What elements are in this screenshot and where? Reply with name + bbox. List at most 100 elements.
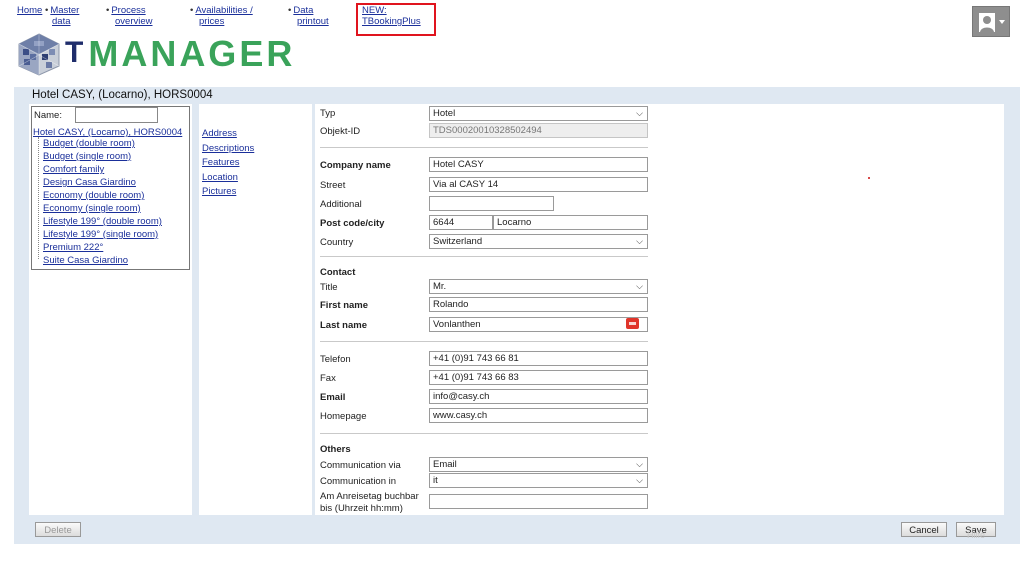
fax-label: Fax <box>320 373 336 384</box>
highlight-frame <box>356 3 436 36</box>
tree-item[interactable]: Economy (single room) <box>43 203 141 214</box>
nav-master-data-link[interactable]: Master <box>50 5 79 16</box>
chevron-down-icon: ⌵ <box>636 108 643 118</box>
section-link-descriptions[interactable]: Descriptions <box>202 143 254 154</box>
email-input[interactable]: info@casy.ch <box>429 389 648 404</box>
tree-item[interactable]: Economy (double room) <box>43 190 144 201</box>
delete-button[interactable]: Delete <box>35 522 81 537</box>
tree-name-label: Name: <box>34 110 62 121</box>
nav-process-overview-link-2[interactable]: overview <box>115 16 153 27</box>
comm-in-value: it <box>433 475 438 486</box>
nav-bullet: • <box>190 5 194 16</box>
divider <box>320 256 648 257</box>
last-name-label: Last name <box>320 320 367 331</box>
chevron-down-icon: ⌵ <box>636 475 643 485</box>
section-link-features[interactable]: Features <box>202 157 240 168</box>
user-avatar-icon <box>979 13 1005 32</box>
section-link-location[interactable]: Location <box>202 172 238 183</box>
anreise-label-line2: bis (Uhrzeit hh:mm) <box>320 503 403 514</box>
comm-via-value: Email <box>433 459 457 470</box>
street-label: Street <box>320 180 346 191</box>
logo-wordmark: TMANAGER <box>65 33 295 75</box>
comm-in-select[interactable]: it ⌵ <box>429 473 648 488</box>
nav-master-data-line1: Master <box>50 5 80 16</box>
tree-item[interactable]: Lifestyle 199° (single room) <box>43 229 158 240</box>
nav-process-group: • Process overview <box>106 5 153 27</box>
tree-root-link[interactable]: Hotel CASY, (Locarno), HORS0004 <box>33 127 182 138</box>
chevron-down-icon: ⌵ <box>636 459 643 469</box>
typ-value: Hotel <box>433 108 456 119</box>
city-input[interactable]: Locarno <box>493 215 648 230</box>
help-watermark: Hilfe <box>967 530 986 540</box>
nav-data-printout-link[interactable]: Data <box>293 5 313 16</box>
logo-t: T <box>65 36 87 69</box>
tree-item[interactable]: Design Casa Giardino <box>43 177 136 188</box>
divider <box>320 341 648 342</box>
user-menu-button[interactable] <box>972 6 1010 37</box>
additional-label: Additional <box>320 199 362 210</box>
chevron-down-icon: ⌵ <box>636 281 643 291</box>
anreise-label-line1: Am Anreisetag buchbar <box>320 491 419 502</box>
logo-cube-icon <box>18 33 60 76</box>
nav-home-group: Home • Master data <box>17 5 79 27</box>
additional-input[interactable] <box>429 196 554 211</box>
nav-availabilities-link-2[interactable]: prices <box>199 16 224 27</box>
tree-item[interactable]: Suite Casa Giardino <box>43 255 128 266</box>
telefon-input[interactable]: +41 (0)91 743 66 81 <box>429 351 648 366</box>
title-value: Mr. <box>433 281 447 292</box>
page-title: Hotel CASY, (Locarno), HORS0004 <box>32 89 213 101</box>
form-panel <box>315 104 1004 515</box>
tree-item[interactable]: Lifestyle 199° (double room) <box>43 216 162 227</box>
first-name-input[interactable]: Rolando <box>429 297 648 312</box>
decorative-dot <box>868 177 870 179</box>
first-name-label: First name <box>320 300 369 311</box>
vcard-icon[interactable] <box>626 318 639 329</box>
nav-home-link[interactable]: Home <box>17 5 42 16</box>
typ-label: Typ <box>320 108 336 119</box>
country-label: Country <box>320 237 354 248</box>
comm-via-select[interactable]: Email ⌵ <box>429 457 648 472</box>
tree-item[interactable]: Comfort family <box>43 164 104 175</box>
anreise-time-input[interactable] <box>429 494 648 509</box>
nav-printout-group: • Data printout <box>288 5 329 27</box>
cancel-button[interactable]: Cancel <box>901 522 947 537</box>
street-input[interactable]: Via al CASY 14 <box>429 177 648 192</box>
others-section-title: Others <box>320 444 351 455</box>
chevron-down-icon: ⌵ <box>636 236 643 246</box>
objekt-id-field: TDS00020010328502494 <box>429 123 648 138</box>
contact-section-title: Contact <box>320 267 356 278</box>
homepage-input[interactable]: www.casy.ch <box>429 408 648 423</box>
title-select[interactable]: Mr. ⌵ <box>429 279 648 294</box>
divider <box>320 433 648 434</box>
telefon-label: Telefon <box>320 354 351 365</box>
title-label: Title <box>320 282 338 293</box>
section-link-pictures[interactable]: Pictures <box>202 186 236 197</box>
tree-item[interactable]: Premium 222° <box>43 242 103 253</box>
nav-bullet: • <box>288 5 292 16</box>
comm-via-label: Communication via <box>320 460 401 471</box>
country-value: Switzerland <box>433 236 483 247</box>
nav-data-printout-link-2[interactable]: printout <box>297 16 329 27</box>
fax-input[interactable]: +41 (0)91 743 66 83 <box>429 370 648 385</box>
postcode-city-label: Post code/city <box>320 218 385 229</box>
email-label: Email <box>320 392 346 403</box>
company-name-input[interactable]: Hotel CASY <box>429 157 648 172</box>
nav-master-data-link-2[interactable]: data <box>52 16 71 27</box>
tree-item[interactable]: Budget (single room) <box>43 151 131 162</box>
nav-availabilities-group: • Availabilities / prices <box>190 5 253 27</box>
tree-name-filter-input[interactable] <box>75 107 158 123</box>
postcode-input[interactable]: 6644 <box>429 215 493 230</box>
nav-bullet: • <box>44 5 49 16</box>
last-name-input[interactable]: Vonlanthen <box>429 317 648 332</box>
tree-item[interactable]: Budget (double room) <box>43 138 135 149</box>
section-link-address[interactable]: Address <box>202 128 237 139</box>
nav-bullet: • <box>106 5 110 16</box>
logo-manager: MANAGER <box>88 33 296 74</box>
tree-connector <box>38 137 39 259</box>
nav-process-overview-link[interactable]: Process <box>111 5 145 16</box>
typ-select[interactable]: Hotel ⌵ <box>429 106 648 121</box>
nav-availabilities-link[interactable]: Availabilities / <box>195 5 252 16</box>
objekt-id-label: Objekt-ID <box>320 126 361 137</box>
country-select[interactable]: Switzerland ⌵ <box>429 234 648 249</box>
comm-in-label: Communication in <box>320 476 397 487</box>
